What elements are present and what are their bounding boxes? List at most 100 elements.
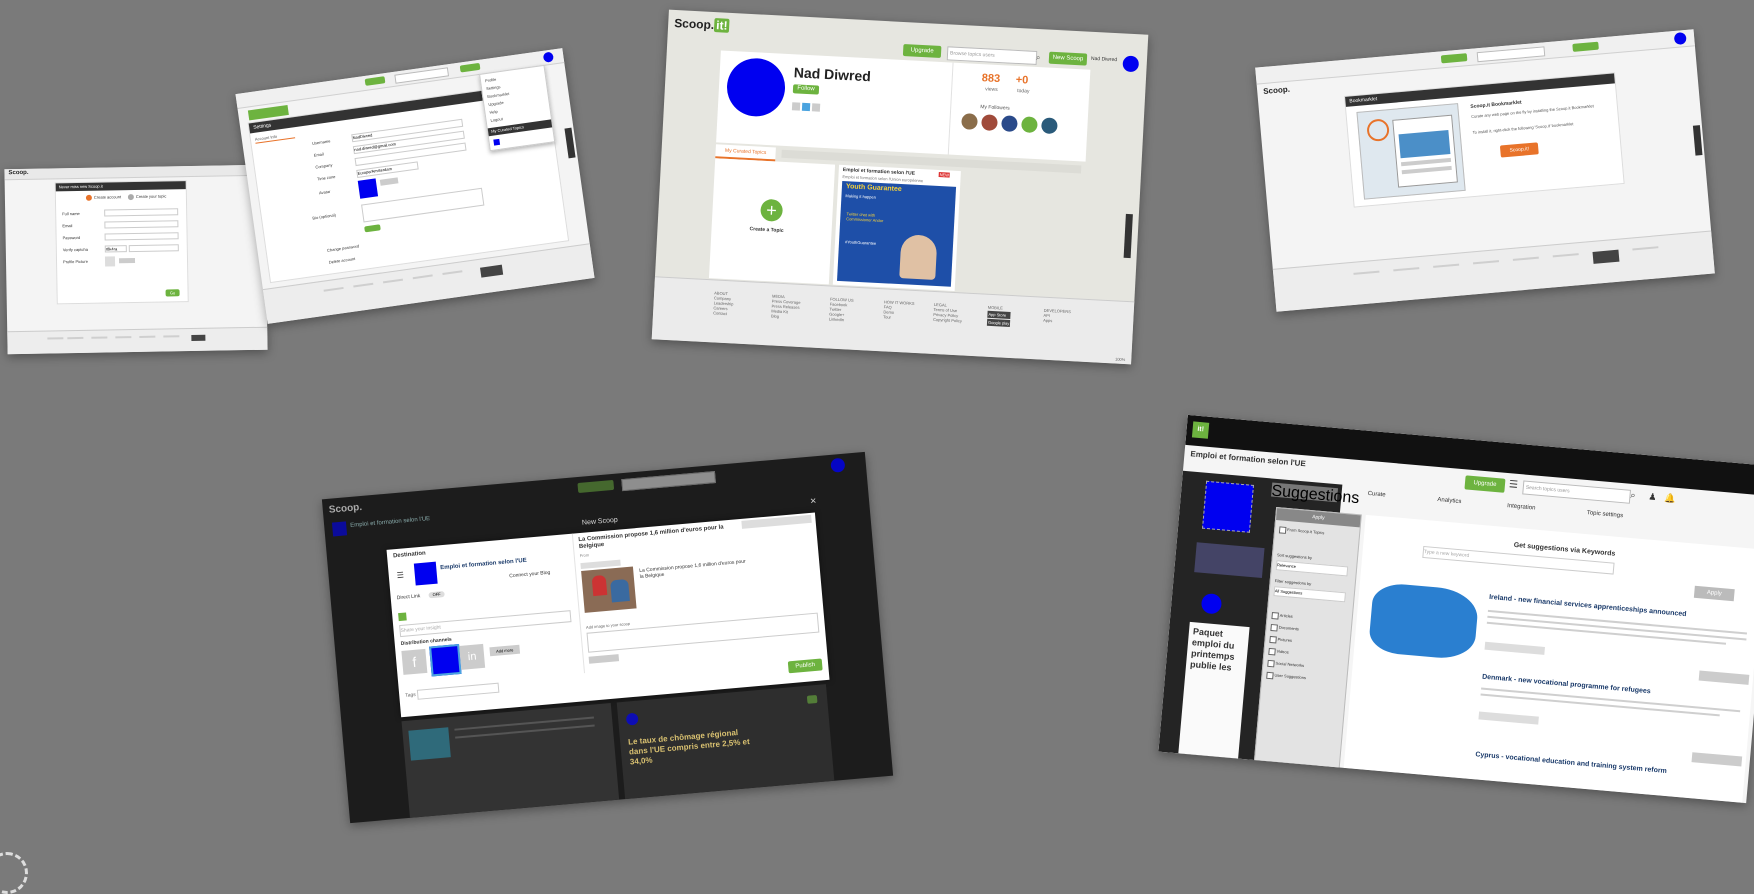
- logo[interactable]: Scoop.: [8, 170, 28, 176]
- follower-avatar[interactable]: [1041, 117, 1058, 135]
- europe-map-image[interactable]: [1367, 581, 1480, 661]
- tags-input[interactable]: [416, 682, 500, 700]
- direct-link-toggle[interactable]: OFF: [428, 591, 445, 599]
- scoop-actions[interactable]: [1698, 670, 1750, 685]
- feedback-tab[interactable]: [1692, 125, 1703, 156]
- app-store-badge[interactable]: [191, 334, 206, 342]
- follower-avatar[interactable]: [981, 114, 998, 132]
- share-icons[interactable]: [1478, 711, 1539, 725]
- scoop-actions[interactable]: [1691, 752, 1743, 767]
- search-input[interactable]: [621, 471, 716, 492]
- topic-card[interactable]: Emploi et formation selon l'UE NEW Emplo…: [832, 164, 961, 292]
- search-input[interactable]: [394, 67, 450, 84]
- google-play-badge[interactable]: Google play: [986, 318, 1011, 327]
- search-input[interactable]: Search topics users: [1522, 480, 1632, 504]
- feedback-tab[interactable]: [1123, 213, 1133, 259]
- tab-topic-settings[interactable]: Topic settings: [1587, 510, 1624, 519]
- article-caption[interactable]: La Commission propose 1,6 million d'euro…: [639, 558, 750, 580]
- apply-button[interactable]: Apply: [1693, 585, 1735, 602]
- full-name-field[interactable]: [104, 208, 179, 217]
- change-avatar-button[interactable]: [379, 177, 399, 186]
- topic-image[interactable]: [1201, 480, 1254, 533]
- follower-avatar[interactable]: [1021, 116, 1038, 134]
- avatar[interactable]: [1200, 592, 1223, 615]
- checkbox-documents[interactable]: [1270, 623, 1278, 632]
- screenshot-card-settings[interactable]: Settings Account Info Username NadDiwred…: [235, 48, 595, 324]
- insight-textarea[interactable]: [586, 612, 820, 653]
- checkbox-videos[interactable]: [1268, 647, 1276, 656]
- logo[interactable]: Scoop.: [328, 502, 362, 516]
- app-store-badge[interactable]: [480, 264, 504, 278]
- upload-button[interactable]: [118, 258, 136, 264]
- close-icon[interactable]: ✕: [810, 496, 817, 506]
- search-input[interactable]: [1476, 46, 1546, 63]
- share-icons[interactable]: [1484, 641, 1545, 655]
- article-image[interactable]: [581, 566, 637, 613]
- search-icon[interactable]: ⌕: [1630, 490, 1636, 501]
- checkbox-social[interactable]: [1267, 659, 1275, 668]
- add-more-button[interactable]: Add more: [489, 644, 521, 657]
- new-scoop-button[interactable]: [1572, 41, 1599, 52]
- suggestions-button[interactable]: Suggestions: [1271, 482, 1360, 507]
- app-store-badge[interactable]: App Store: [987, 310, 1011, 319]
- new-scoop-button[interactable]: [459, 62, 481, 73]
- captcha-field[interactable]: [128, 244, 179, 253]
- avatar[interactable]: [830, 457, 846, 473]
- email-field[interactable]: [104, 220, 179, 229]
- create-topic-card[interactable]: + Create a Topic: [708, 158, 836, 285]
- filter-select[interactable]: All Suggestions: [1273, 586, 1346, 603]
- screenshot-card-new-scoop[interactable]: Scoop. Emploi et formation selon l'UE Ne…: [321, 451, 894, 824]
- new-scoop-button[interactable]: New Scoop: [1048, 51, 1088, 66]
- facebook-share-icon[interactable]: f: [401, 648, 428, 675]
- scoopit-bookmarklet-button[interactable]: Scoop.it!: [1499, 142, 1539, 158]
- upgrade-button[interactable]: [577, 479, 615, 493]
- topic-thumbnail[interactable]: [493, 138, 501, 146]
- tab-integration[interactable]: Integration: [1507, 503, 1536, 511]
- filter-apply-header[interactable]: Apply: [1276, 508, 1361, 528]
- logo[interactable]: Scoop.it!: [674, 16, 730, 33]
- tab-account-info[interactable]: Account Info: [254, 131, 296, 144]
- insight-input[interactable]: Share your insight: [399, 610, 572, 638]
- screenshot-card-profile[interactable]: Scoop.it! Upgrade Browse topics users ⌕ …: [651, 9, 1149, 365]
- facebook-icon[interactable]: [791, 102, 801, 111]
- checkbox-user-suggestions[interactable]: [1266, 671, 1274, 680]
- follow-button[interactable]: Follow: [792, 84, 820, 95]
- publish-button[interactable]: Publish: [787, 658, 823, 674]
- tab-analytics[interactable]: Analytics: [1437, 497, 1461, 505]
- notification-icon[interactable]: 🔔: [1664, 493, 1676, 505]
- follower-avatar[interactable]: [1001, 115, 1018, 133]
- checkbox[interactable]: [1278, 526, 1287, 534]
- twitter-share-icon[interactable]: [429, 643, 462, 677]
- app-store-badge[interactable]: [1592, 249, 1620, 264]
- format-toolbar[interactable]: [741, 514, 812, 529]
- save-button[interactable]: [364, 224, 381, 233]
- cancel-button[interactable]: [588, 654, 620, 664]
- screenshot-card-bookmarklet[interactable]: Scoop. Bookmarklet Scoop.it Bookmarklet …: [1255, 29, 1715, 312]
- follower-avatar[interactable]: [961, 113, 978, 130]
- checkbox-pictures[interactable]: [1269, 635, 1277, 644]
- upgrade-button[interactable]: [1440, 53, 1468, 64]
- search-icon[interactable]: ⌕: [1036, 53, 1041, 63]
- screenshot-card-curation[interactable]: it! Emploi et formation selon l'UE Upgra…: [1158, 414, 1754, 804]
- twitter-icon[interactable]: [801, 102, 811, 112]
- linkedin-icon[interactable]: [811, 103, 821, 112]
- checkbox-articles[interactable]: [1271, 612, 1279, 620]
- avatar[interactable]: [542, 51, 555, 63]
- linkedin-share-icon[interactable]: in: [459, 643, 486, 670]
- avatar[interactable]: [1673, 31, 1687, 45]
- feedback-tab[interactable]: [564, 127, 576, 159]
- tab-curate[interactable]: Curate: [1367, 491, 1385, 499]
- go-button[interactable]: Go: [165, 289, 180, 297]
- menu-icon[interactable]: ☰: [1509, 479, 1519, 491]
- screenshot-card-signup[interactable]: Scoop. Never miss new Scoop.it Create ac…: [4, 164, 268, 355]
- password-field[interactable]: [104, 232, 179, 241]
- bio-field[interactable]: [361, 187, 485, 223]
- user-menu[interactable]: Nad Diwred: [1091, 56, 1117, 63]
- connect-blog-link[interactable]: Connect your Blog: [509, 570, 551, 580]
- user-icon[interactable]: ♟: [1648, 491, 1657, 503]
- logo[interactable]: Scoop.: [1263, 85, 1290, 96]
- destination-topic-name[interactable]: Emploi et formation selon l'UE: [440, 558, 527, 572]
- upgrade-button[interactable]: [364, 76, 386, 86]
- menu-item-logout[interactable]: Logout: [490, 114, 513, 125]
- logo[interactable]: it!: [1191, 421, 1210, 439]
